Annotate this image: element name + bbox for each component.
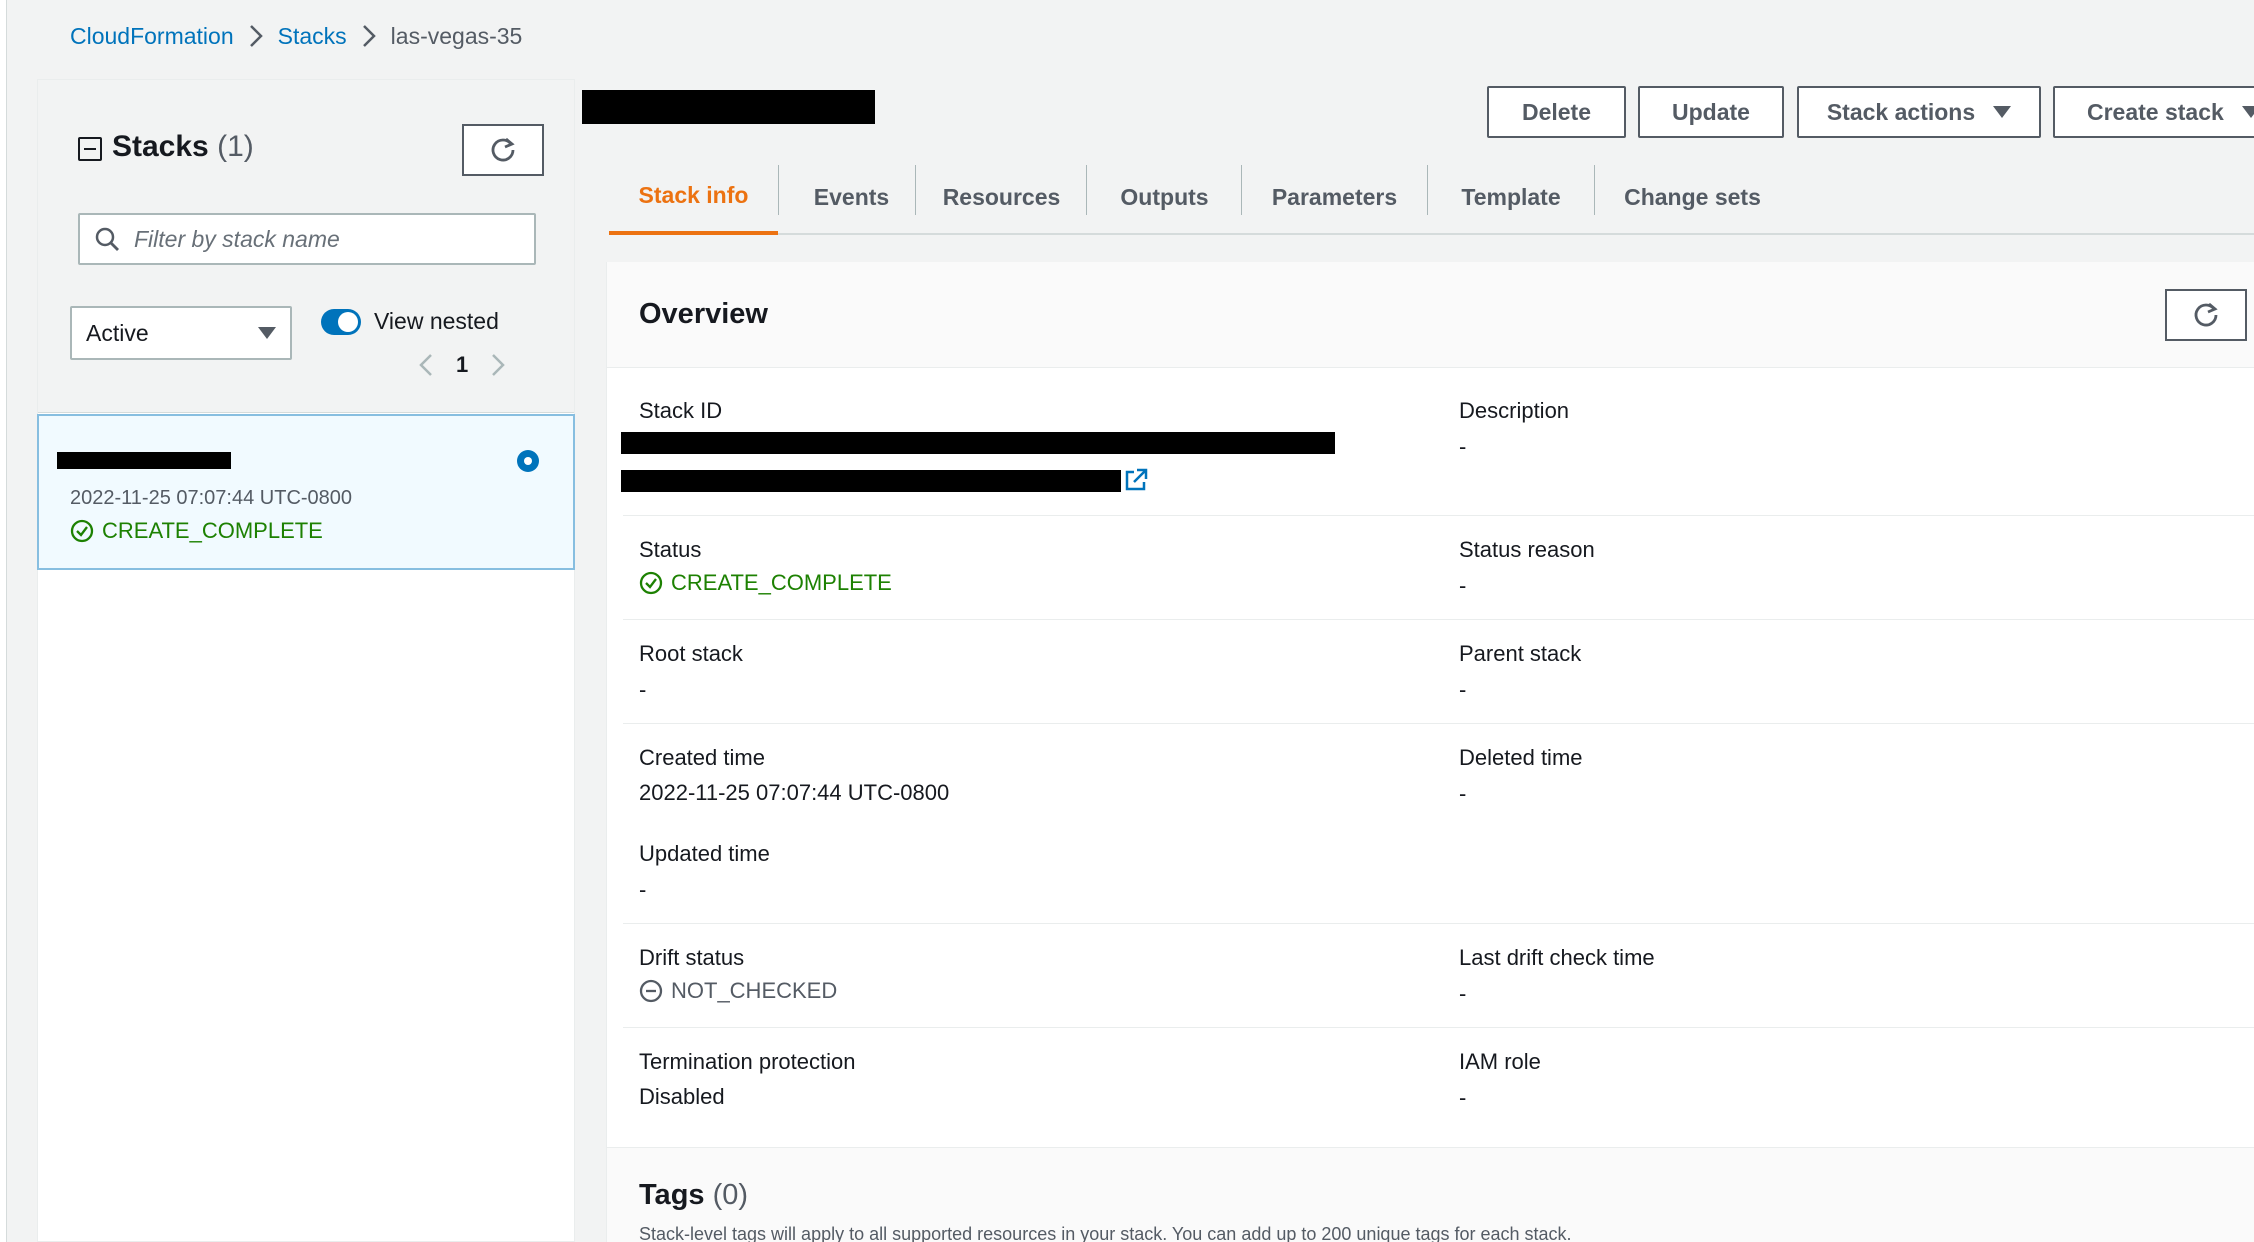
stack-created-date: 2022-11-25 07:07:44 UTC-0800 — [70, 487, 353, 509]
stacks-panel: Stacks (1) Active View nested 1 2022-11-… — [37, 79, 575, 1242]
overview-panel: Overview Stack ID Description - Status C… — [606, 262, 2254, 1242]
last-drift-value: - — [1459, 981, 1467, 1006]
refresh-icon — [491, 137, 515, 162]
tab-bar: Stack info Events Resources Outputs Para… — [609, 160, 2254, 235]
check-circle-icon — [70, 519, 94, 543]
stack-search — [78, 213, 536, 265]
external-link-icon[interactable] — [1123, 467, 1149, 493]
stacks-panel-header: Stacks (1) Active View nested 1 — [38, 80, 574, 413]
tab-events[interactable]: Events — [779, 160, 924, 235]
iam-role-value: - — [1459, 1085, 1467, 1110]
stack-actions-button[interactable]: Stack actions — [1797, 86, 2041, 138]
stack-list-item[interactable]: 2022-11-25 07:07:44 UTC-0800 CREATE_COMP… — [37, 414, 575, 570]
deleted-time-value: - — [1459, 781, 1467, 806]
tab-parameters[interactable]: Parameters — [1242, 160, 1427, 235]
redacted-stack-id[interactable] — [621, 470, 1121, 492]
stacks-refresh-button[interactable] — [462, 124, 544, 176]
updated-time-value: - — [639, 877, 647, 902]
create-stack-button[interactable]: Create stack — [2053, 86, 2254, 138]
status-reason-value: - — [1459, 573, 1467, 598]
updated-time-label: Updated time — [639, 841, 770, 866]
view-nested-toggle[interactable] — [321, 309, 361, 335]
chevron-right-icon[interactable] — [490, 352, 506, 378]
stack-status-filter[interactable]: Active — [70, 306, 292, 360]
status-label: Status — [639, 537, 702, 562]
tab-outputs[interactable]: Outputs — [1087, 160, 1242, 235]
overview-header: Overview — [607, 262, 2254, 368]
row-divider — [623, 619, 2254, 620]
iam-role-label: IAM role — [1459, 1049, 1541, 1074]
created-time-value: 2022-11-25 07:07:44 UTC-0800 — [639, 780, 950, 805]
stacks-title: Stacks (1) — [112, 130, 254, 163]
parent-stack-label: Parent stack — [1459, 641, 1582, 666]
refresh-icon — [2194, 302, 2218, 327]
chevron-right-icon — [347, 23, 391, 49]
minus-circle-icon — [639, 979, 663, 1003]
created-time-label: Created time — [639, 745, 765, 770]
description-label: Description — [1459, 398, 1570, 423]
delete-button[interactable]: Delete — [1487, 86, 1626, 138]
root-stack-value: - — [639, 677, 647, 702]
breadcrumb-cloudformation[interactable]: CloudFormation — [70, 23, 234, 50]
pagination: 1 — [418, 348, 506, 382]
status-value: CREATE_COMPLETE — [639, 570, 892, 596]
parent-stack-value: - — [1459, 677, 1467, 702]
chevron-left-icon[interactable] — [418, 352, 434, 378]
redacted-page-title — [582, 90, 875, 124]
tags-title: Tags (0) — [639, 1179, 749, 1211]
row-divider — [623, 723, 2254, 724]
tab-stack-info[interactable]: Stack info — [609, 160, 778, 235]
breadcrumb: CloudFormation Stacks las-vegas-35 — [70, 20, 522, 52]
drift-status-label: Drift status — [639, 945, 745, 970]
description-value: - — [1459, 434, 1467, 459]
check-circle-icon — [639, 571, 663, 595]
status-reason-label: Status reason — [1459, 537, 1595, 562]
row-divider — [623, 1027, 2254, 1028]
stacks-count: (1) — [217, 130, 254, 163]
caret-down-icon — [258, 327, 276, 339]
redacted-stack-id[interactable] — [621, 432, 1335, 454]
caret-down-icon — [1993, 106, 2012, 118]
left-edge — [0, 0, 7, 1242]
termination-protection-value: Disabled — [639, 1084, 725, 1109]
stack-search-input[interactable] — [134, 225, 514, 253]
stack-status: CREATE_COMPLETE — [70, 518, 323, 544]
caret-down-icon — [2241, 106, 2254, 118]
tags-description: Stack-level tags will apply to all suppo… — [639, 1224, 1572, 1242]
redacted-stack-name — [57, 452, 231, 469]
page-number[interactable]: 1 — [456, 352, 468, 378]
collapse-icon[interactable] — [78, 137, 102, 161]
stack-id-label: Stack ID — [639, 398, 723, 423]
overview-refresh-button[interactable] — [2165, 289, 2247, 341]
tab-resources[interactable]: Resources — [916, 160, 1087, 235]
stack-status-filter-value: Active — [86, 319, 149, 346]
deleted-time-label: Deleted time — [1459, 745, 1583, 770]
overview-title: Overview — [639, 298, 768, 330]
breadcrumb-current: las-vegas-35 — [390, 22, 523, 49]
tab-change-sets[interactable]: Change sets — [1595, 160, 1790, 235]
view-nested-label: View nested — [374, 308, 499, 334]
search-icon — [95, 227, 119, 251]
row-divider — [623, 923, 2254, 924]
last-drift-label: Last drift check time — [1459, 945, 1655, 970]
tab-template[interactable]: Template — [1428, 160, 1594, 235]
root-stack-label: Root stack — [639, 641, 743, 666]
update-button[interactable]: Update — [1638, 86, 1784, 138]
selected-radio[interactable] — [517, 450, 539, 472]
chevron-right-icon — [234, 23, 278, 49]
termination-protection-label: Termination protection — [639, 1049, 856, 1074]
tags-count: (0) — [712, 1179, 749, 1211]
breadcrumb-stacks[interactable]: Stacks — [278, 23, 347, 50]
drift-status-value: NOT_CHECKED — [639, 978, 837, 1004]
row-divider — [623, 515, 2254, 516]
